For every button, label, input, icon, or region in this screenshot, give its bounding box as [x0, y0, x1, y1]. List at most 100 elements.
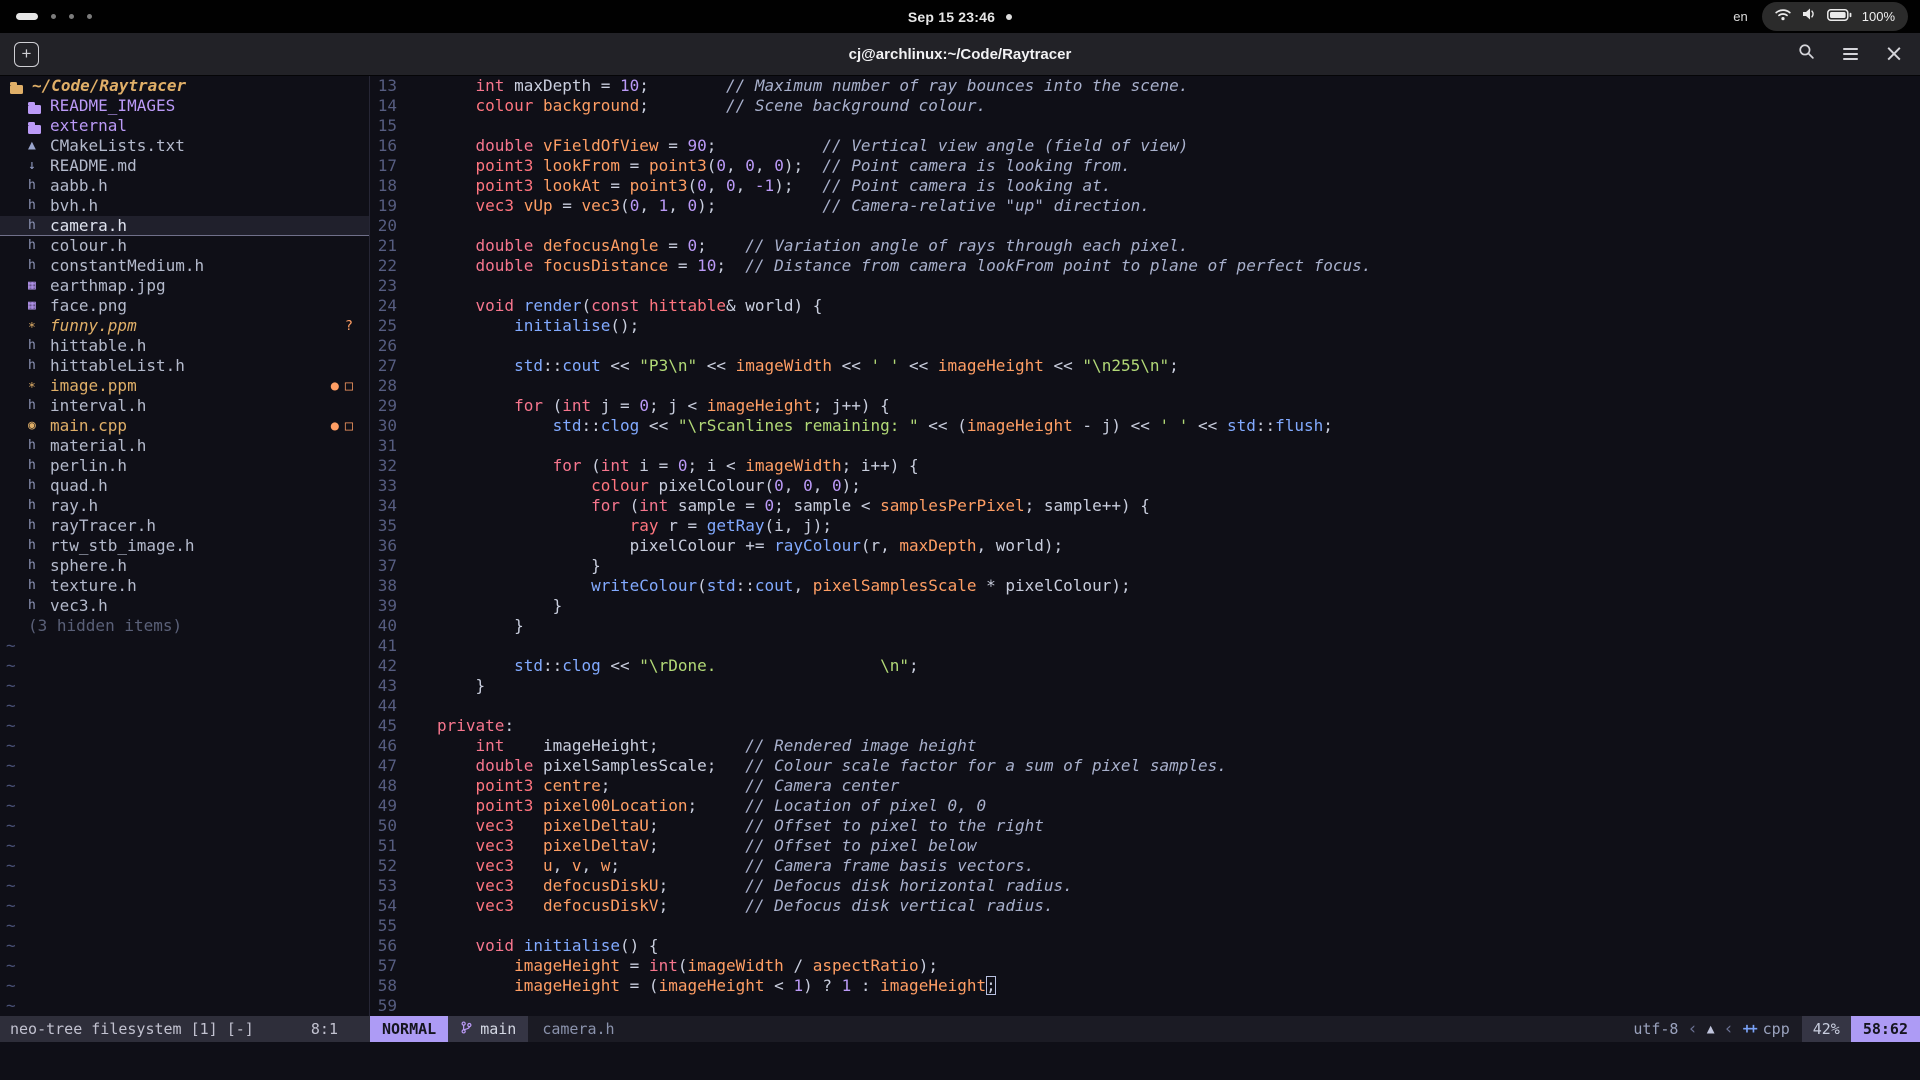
code-line-54[interactable]: 54 vec3 defocusDiskV; // Defocus disk ve…	[370, 896, 1920, 916]
code-line-51[interactable]: 51 vec3 pixelDeltaV; // Offset to pixel …	[370, 836, 1920, 856]
tree-item-camera-h[interactable]: hcamera.h	[0, 216, 369, 236]
code-line-52[interactable]: 52 vec3 u, v, w; // Camera frame basis v…	[370, 856, 1920, 876]
header-file-icon: h	[28, 496, 50, 516]
line-number: 37	[370, 556, 397, 576]
code-line-33[interactable]: 33 colour pixelColour(0, 0, 0);	[370, 476, 1920, 496]
tree-item-material-h[interactable]: hmaterial.h	[0, 436, 369, 456]
code-line-22[interactable]: 22 double focusDistance = 10; // Distanc…	[370, 256, 1920, 276]
tree-item-rtw-stb-image-h[interactable]: hrtw_stb_image.h	[0, 536, 369, 556]
code-line-31[interactable]: 31	[370, 436, 1920, 456]
code-text: pixelColour += rayColour(r, maxDepth, wo…	[437, 536, 1063, 556]
clock[interactable]: Sep 15 23:46	[908, 9, 995, 25]
tree-item-readme-images[interactable]: README_IMAGES	[0, 96, 369, 116]
code-text: colour background; // Scene background c…	[437, 96, 986, 116]
tree-item-main-cpp[interactable]: ◉main.cpp●□	[0, 416, 369, 436]
line-number: 42	[370, 656, 397, 676]
tree-item-vec3-h[interactable]: hvec3.h	[0, 596, 369, 616]
code-line-28[interactable]: 28	[370, 376, 1920, 396]
editor-pane[interactable]: 13 int maxDepth = 10; // Maximum number …	[370, 76, 1920, 1016]
terminal-title: cj@archlinux:~/Code/Raytracer	[0, 46, 1920, 63]
code-line-27[interactable]: 27 std::cout << "P3\n" << imageWidth << …	[370, 356, 1920, 376]
line-number: 59	[370, 996, 397, 1016]
code-line-56[interactable]: 56 void initialise() {	[370, 936, 1920, 956]
tree-item-hittablelist-h[interactable]: hhittableList.h	[0, 356, 369, 376]
line-number: 18	[370, 176, 397, 196]
tree-item-external[interactable]: external	[0, 116, 369, 136]
code-line-45[interactable]: 45private:	[370, 716, 1920, 736]
main-statusline: NORMAL main camera.h utf-8 ‹ ▲ ‹ ++ cpp …	[370, 1016, 1920, 1042]
tree-item-face-png[interactable]: ▦face.png	[0, 296, 369, 316]
tree-item-hittable-h[interactable]: hhittable.h	[0, 336, 369, 356]
tree-item-readme-md[interactable]: ↓README.md	[0, 156, 369, 176]
code-line-26[interactable]: 26	[370, 336, 1920, 356]
tree-item-sphere-h[interactable]: hsphere.h	[0, 556, 369, 576]
tree-item-constantmedium-h[interactable]: hconstantMedium.h	[0, 256, 369, 276]
code-line-25[interactable]: 25 initialise();	[370, 316, 1920, 336]
code-line-35[interactable]: 35 ray r = getRay(i, j);	[370, 516, 1920, 536]
line-number: 43	[370, 676, 397, 696]
tree-item-funny-ppm[interactable]: ∗funny.ppm?	[0, 316, 369, 336]
code-text: std::clog << "\rScanlines remaining: " <…	[437, 416, 1333, 436]
tree-item-image-ppm[interactable]: ∗image.ppm●□	[0, 376, 369, 396]
code-line-15[interactable]: 15	[370, 116, 1920, 136]
code-line-48[interactable]: 48 point3 centre; // Camera center	[370, 776, 1920, 796]
code-line-34[interactable]: 34 for (int sample = 0; sample < samples…	[370, 496, 1920, 516]
code-line-17[interactable]: 17 point3 lookFrom = point3(0, 0, 0); //…	[370, 156, 1920, 176]
code-line-39[interactable]: 39 }	[370, 596, 1920, 616]
code-line-41[interactable]: 41	[370, 636, 1920, 656]
tree-item--3-hidden-items-[interactable]: (3 hidden items)	[0, 616, 369, 636]
tree-item-perlin-h[interactable]: hperlin.h	[0, 456, 369, 476]
code-line-40[interactable]: 40 }	[370, 616, 1920, 636]
tree-item-aabb-h[interactable]: haabb.h	[0, 176, 369, 196]
tree-item-colour-h[interactable]: hcolour.h	[0, 236, 369, 256]
code-line-21[interactable]: 21 double defocusAngle = 0; // Variation…	[370, 236, 1920, 256]
tree-item-cmakelists-txt[interactable]: ▲CMakeLists.txt	[0, 136, 369, 156]
close-window-button[interactable]: ×	[1882, 42, 1906, 66]
code-line-13[interactable]: 13 int maxDepth = 10; // Maximum number …	[370, 76, 1920, 96]
menu-button[interactable]	[1838, 42, 1862, 66]
code-line-46[interactable]: 46 int imageHeight; // Rendered image he…	[370, 736, 1920, 756]
file-tree: ~/Code/RaytracerREADME_IMAGESexternal▲CM…	[0, 76, 369, 1016]
tree-item-earthmap-jpg[interactable]: ▦earthmap.jpg	[0, 276, 369, 296]
tree-item-raytracer-h[interactable]: hrayTracer.h	[0, 516, 369, 536]
tree-item--code-raytracer[interactable]: ~/Code/Raytracer	[0, 76, 369, 96]
code-line-47[interactable]: 47 double pixelSamplesScale; // Colour s…	[370, 756, 1920, 776]
code-line-14[interactable]: 14 colour background; // Scene backgroun…	[370, 96, 1920, 116]
header-file-icon: h	[28, 596, 50, 616]
search-button[interactable]	[1794, 42, 1818, 66]
code-line-29[interactable]: 29 for (int j = 0; j < imageHeight; j++)…	[370, 396, 1920, 416]
code-line-24[interactable]: 24 void render(const hittable& world) {	[370, 296, 1920, 316]
code-line-36[interactable]: 36 pixelColour += rayColour(r, maxDepth,…	[370, 536, 1920, 556]
code-line-43[interactable]: 43 }	[370, 676, 1920, 696]
neo-tree-sidebar: ~/Code/RaytracerREADME_IMAGESexternal▲CM…	[0, 76, 370, 1016]
line-number: 29	[370, 396, 397, 416]
code-line-44[interactable]: 44	[370, 696, 1920, 716]
code-line-18[interactable]: 18 point3 lookAt = point3(0, 0, -1); // …	[370, 176, 1920, 196]
tree-item-texture-h[interactable]: htexture.h	[0, 576, 369, 596]
tree-item-label: hittable.h	[50, 336, 146, 356]
code-line-38[interactable]: 38 writeColour(std::cout, pixelSamplesSc…	[370, 576, 1920, 596]
code-line-42[interactable]: 42 std::clog << "\rDone. \n";	[370, 656, 1920, 676]
code-line-58[interactable]: 58 imageHeight = (imageHeight < 1) ? 1 :…	[370, 976, 1920, 996]
line-number: 34	[370, 496, 397, 516]
code-line-20[interactable]: 20	[370, 216, 1920, 236]
code-line-37[interactable]: 37 }	[370, 556, 1920, 576]
code-line-59[interactable]: 59	[370, 996, 1920, 1016]
tree-item-interval-h[interactable]: hinterval.h	[0, 396, 369, 416]
code-line-57[interactable]: 57 imageHeight = int(imageWidth / aspect…	[370, 956, 1920, 976]
tree-item-label: CMakeLists.txt	[50, 136, 185, 156]
code-line-32[interactable]: 32 for (int i = 0; i < imageWidth; i++) …	[370, 456, 1920, 476]
code-line-19[interactable]: 19 vec3 vUp = vec3(0, 1, 0); // Camera-r…	[370, 196, 1920, 216]
code-line-53[interactable]: 53 vec3 defocusDiskU; // Defocus disk ho…	[370, 876, 1920, 896]
code-line-30[interactable]: 30 std::clog << "\rScanlines remaining: …	[370, 416, 1920, 436]
tree-item-quad-h[interactable]: hquad.h	[0, 476, 369, 496]
code-line-55[interactable]: 55	[370, 916, 1920, 936]
tree-item-ray-h[interactable]: hray.h	[0, 496, 369, 516]
code-line-49[interactable]: 49 point3 pixel00Location; // Location o…	[370, 796, 1920, 816]
tree-item-bvh-h[interactable]: hbvh.h	[0, 196, 369, 216]
code-line-16[interactable]: 16 double vFieldOfView = 90; // Vertical…	[370, 136, 1920, 156]
code-line-50[interactable]: 50 vec3 pixelDeltaU; // Offset to pixel …	[370, 816, 1920, 836]
image-file-icon: ▦	[28, 276, 50, 296]
code-line-23[interactable]: 23	[370, 276, 1920, 296]
code-text: point3 lookAt = point3(0, 0, -1); // Poi…	[437, 176, 1111, 196]
